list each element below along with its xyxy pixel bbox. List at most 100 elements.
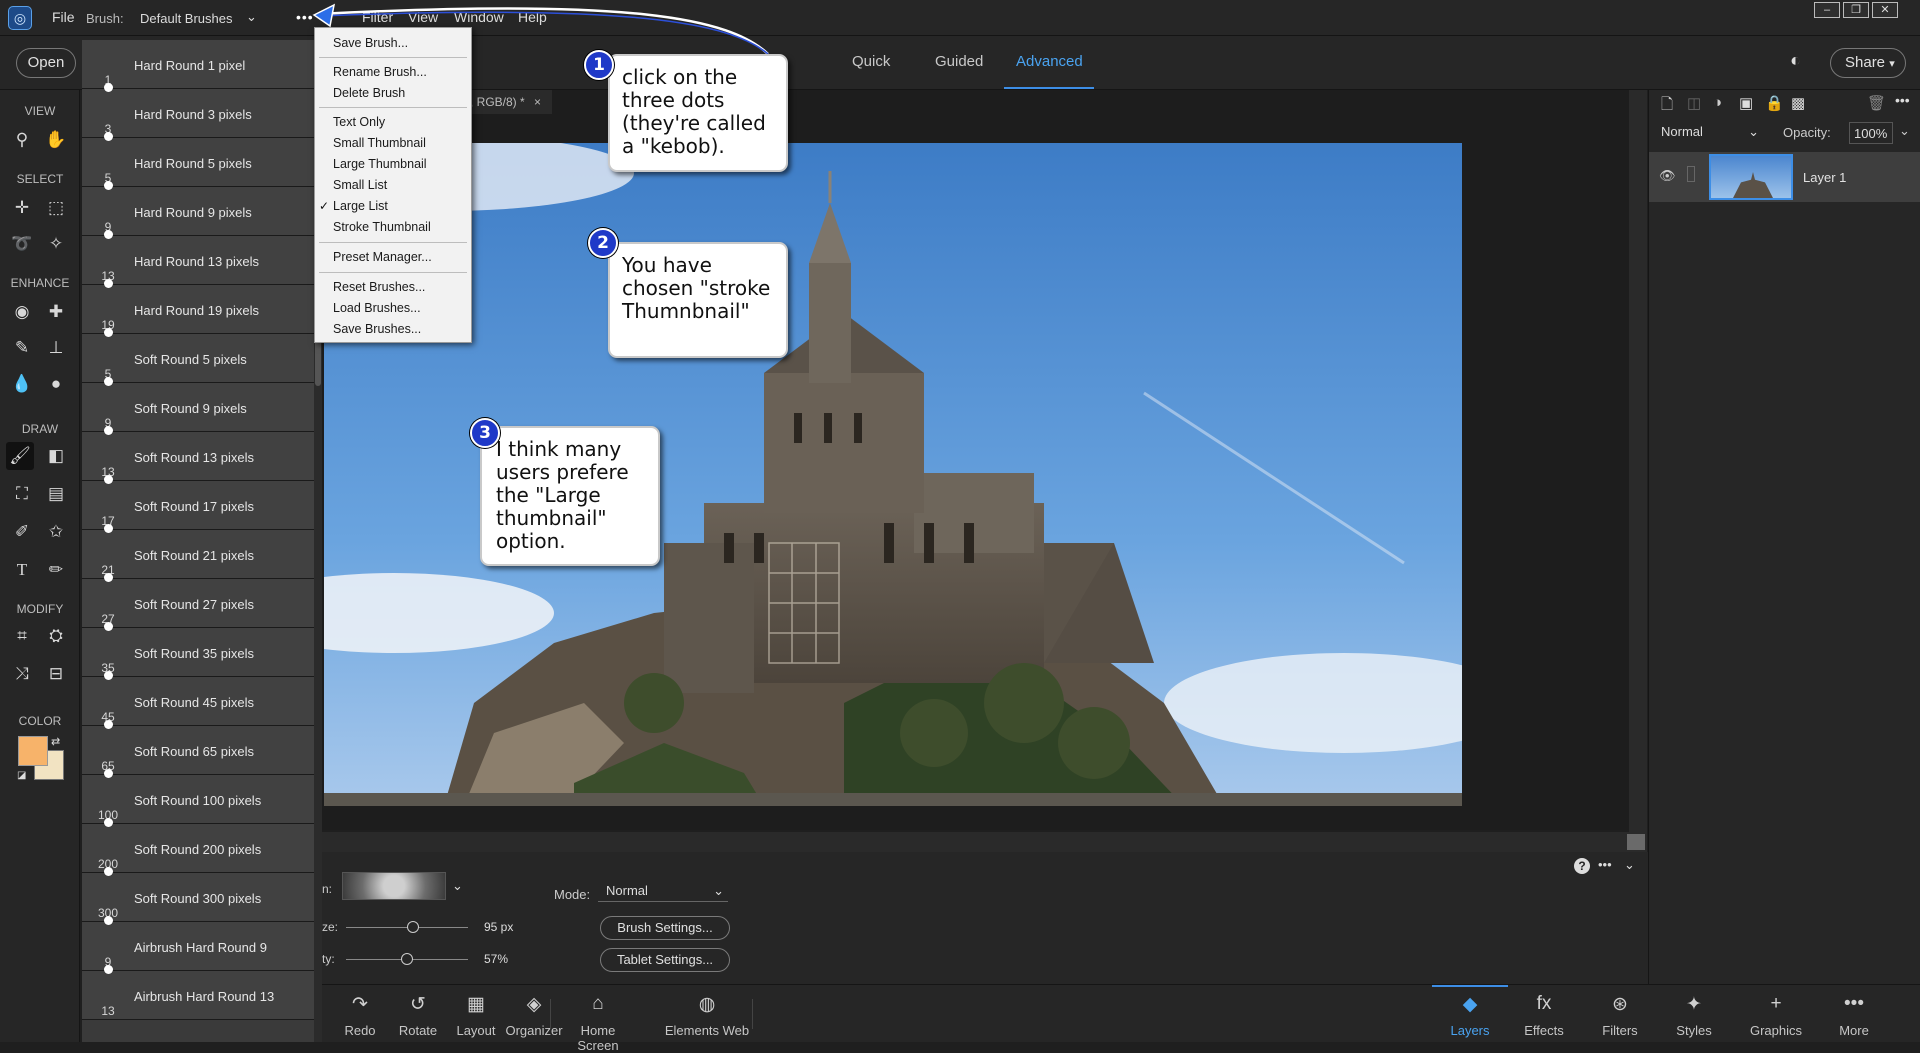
- straighten-tool-icon[interactable]: ⊟: [42, 660, 70, 688]
- type-tool-icon[interactable]: T: [8, 556, 36, 584]
- tab-guided[interactable]: Guided: [935, 53, 983, 70]
- layer-mask-icon[interactable]: ▣: [1739, 94, 1753, 112]
- brush-settings-button[interactable]: Brush Settings...: [600, 916, 730, 940]
- app-logo-icon[interactable]: ◎: [8, 6, 32, 30]
- canvas-vertical-scrollbar[interactable]: [1629, 90, 1647, 840]
- menu-file[interactable]: File: [52, 9, 75, 25]
- bottom-elements-web-button[interactable]: ◍ Elements Web: [652, 985, 762, 1043]
- healing-brush-icon[interactable]: ✚: [42, 298, 70, 326]
- open-button[interactable]: Open: [16, 48, 76, 78]
- brush-list-item[interactable]: 27 Soft Round 27 pixels: [82, 573, 314, 628]
- zoom-tool-icon[interactable]: ⚲: [8, 126, 36, 154]
- brush-list-item[interactable]: 5 Soft Round 5 pixels: [82, 328, 314, 383]
- menu-item[interactable]: Text Only: [333, 115, 385, 129]
- panel-more-icon[interactable]: •••: [1895, 92, 1910, 108]
- panel-graphics-button[interactable]: + Graphics: [1738, 985, 1814, 1043]
- brush-preview[interactable]: [342, 872, 446, 900]
- marquee-tool-icon[interactable]: ⬚: [42, 194, 70, 222]
- brush-list-item[interactable]: 65 Soft Round 65 pixels: [82, 720, 314, 775]
- menu-item[interactable]: Reset Brushes...: [333, 280, 425, 294]
- tab-quick[interactable]: Quick: [852, 53, 890, 70]
- help-icon[interactable]: ?: [1574, 858, 1590, 874]
- brush-list-item[interactable]: 13 Hard Round 13 pixels: [82, 230, 314, 285]
- panel-more-button[interactable]: ••• More: [1816, 985, 1892, 1043]
- menu-item[interactable]: Rename Brush...: [333, 65, 427, 79]
- eraser-tool-icon[interactable]: ◧: [42, 442, 70, 470]
- default-colors-icon[interactable]: ◪: [17, 770, 26, 781]
- restore-button[interactable]: ❐: [1843, 2, 1869, 18]
- panel-styles-button[interactable]: ✦ Styles: [1656, 985, 1732, 1043]
- panel-layers-button[interactable]: ◆ Layers: [1432, 985, 1508, 1043]
- menu-item[interactable]: Large List: [333, 199, 388, 213]
- brush-list-item[interactable]: 9 Airbrush Hard Round 9: [82, 916, 314, 971]
- menu-item[interactable]: Large Thumbnail: [333, 157, 427, 171]
- brush-list-item[interactable]: 35 Soft Round 35 pixels: [82, 622, 314, 677]
- share-button[interactable]: Share ▾: [1830, 48, 1906, 78]
- red-eye-tool-icon[interactable]: ◉: [8, 298, 36, 326]
- blend-mode-select[interactable]: Normal ⌄: [1661, 124, 1763, 144]
- pencil-tool-icon[interactable]: ✏: [42, 556, 70, 584]
- brush-list-item[interactable]: 17 Soft Round 17 pixels: [82, 475, 314, 530]
- layer-name[interactable]: Layer 1: [1803, 170, 1846, 185]
- close-window-button[interactable]: ✕: [1872, 2, 1898, 18]
- brush-tool-icon[interactable]: 🖌: [6, 442, 34, 470]
- canvas-horizontal-scrollbar[interactable]: [322, 832, 1647, 852]
- layer-row[interactable]: 👁 Layer 1: [1649, 152, 1920, 202]
- brush-list-item[interactable]: 13 Airbrush Hard Round 13: [82, 965, 314, 1020]
- gradient-tool-icon[interactable]: ▤: [42, 480, 70, 508]
- brush-list-item[interactable]: 3 Hard Round 3 pixels: [82, 83, 314, 138]
- magic-wand-icon[interactable]: ✧: [42, 230, 70, 258]
- brush-list-item[interactable]: 300 Soft Round 300 pixels: [82, 867, 314, 922]
- brush-list-item[interactable]: 45 Soft Round 45 pixels: [82, 671, 314, 726]
- menu-item[interactable]: Small Thumbnail: [333, 136, 426, 150]
- size-slider-handle[interactable]: [407, 921, 420, 933]
- recompose-tool-icon[interactable]: ⛭: [42, 622, 70, 650]
- menu-item[interactable]: Load Brushes...: [333, 301, 421, 315]
- adjustment-layer-icon[interactable]: ◑: [1713, 94, 1722, 111]
- brush-library-select[interactable]: Default Brushes: [140, 11, 233, 26]
- content-aware-move-icon[interactable]: ⤨: [8, 660, 36, 688]
- sponge-tool-icon[interactable]: ●: [42, 370, 70, 398]
- foreground-color-swatch[interactable]: [18, 736, 48, 766]
- chevron-down-icon[interactable]: ⌄: [452, 878, 463, 894]
- collapse-chevron-icon[interactable]: ⌄: [1624, 857, 1635, 873]
- trash-icon[interactable]: 🗑: [1867, 94, 1886, 112]
- hand-tool-icon[interactable]: ✋: [42, 126, 70, 154]
- brush-list-item[interactable]: 19 Hard Round 19 pixels: [82, 279, 314, 334]
- opacity-input[interactable]: 100%: [1849, 122, 1893, 144]
- eyedropper-icon[interactable]: ✐: [8, 518, 36, 546]
- blur-tool-icon[interactable]: 💧: [8, 370, 36, 398]
- brush-list-item[interactable]: 13 Soft Round 13 pixels: [82, 426, 314, 481]
- close-icon[interactable]: ×: [534, 95, 541, 109]
- minimize-button[interactable]: –: [1814, 2, 1840, 18]
- move-tool-icon[interactable]: ✛: [8, 194, 36, 222]
- options-more-icon[interactable]: •••: [1598, 857, 1612, 872]
- brush-list-item[interactable]: 100 Soft Round 100 pixels: [82, 769, 314, 824]
- brush-list-item[interactable]: 9 Soft Round 9 pixels: [82, 377, 314, 432]
- panel-filters-button[interactable]: ⊛ Filters: [1582, 985, 1658, 1043]
- new-layer-icon[interactable]: 🗋: [1661, 94, 1673, 119]
- menu-item[interactable]: Delete Brush: [333, 86, 405, 100]
- lock-transparency-icon[interactable]: ▩: [1791, 94, 1805, 112]
- brush-list-item[interactable]: 5 Hard Round 5 pixels: [82, 132, 314, 187]
- brush-list-item[interactable]: 21 Soft Round 21 pixels: [82, 524, 314, 579]
- chevron-down-icon[interactable]: ⌄: [1899, 123, 1910, 139]
- paint-bucket-icon[interactable]: ⛶: [8, 480, 36, 508]
- clone-stamp-icon[interactable]: ⊥: [42, 334, 70, 362]
- swap-colors-icon[interactable]: ⇄: [51, 735, 60, 748]
- menu-item[interactable]: Stroke Thumbnail: [333, 220, 431, 234]
- crop-tool-icon[interactable]: ⌗: [8, 622, 36, 650]
- brush-list-item[interactable]: 1 Hard Round 1 pixel: [82, 40, 314, 89]
- brush-list-item[interactable]: 200 Soft Round 200 pixels: [82, 818, 314, 873]
- mode-select[interactable]: Normal ⌄: [598, 878, 728, 902]
- lock-icon[interactable]: 🔒: [1765, 94, 1784, 112]
- brush-list-item[interactable]: 9 Hard Round 9 pixels: [82, 181, 314, 236]
- visibility-eye-icon[interactable]: 👁: [1659, 168, 1676, 184]
- menu-item[interactable]: Save Brushes...: [333, 322, 421, 336]
- menu-item[interactable]: Small List: [333, 178, 387, 192]
- theme-toggle-icon[interactable]: ◐: [1790, 50, 1801, 71]
- tablet-settings-button[interactable]: Tablet Settings...: [600, 948, 730, 972]
- smart-brush-icon[interactable]: ✎: [8, 334, 36, 362]
- tab-advanced[interactable]: Advanced: [1016, 53, 1083, 70]
- lasso-tool-icon[interactable]: ➰: [8, 230, 36, 258]
